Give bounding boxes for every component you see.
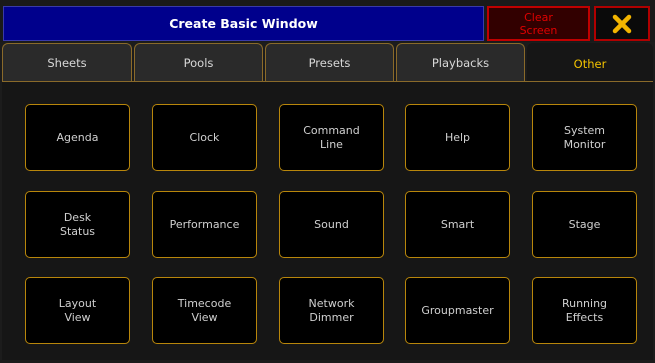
sound-button[interactable]: Sound (279, 191, 384, 258)
desk-status-button[interactable]: Desk Status (25, 191, 130, 258)
tab-bar: Sheets Pools Presets Playbacks Other (0, 43, 655, 83)
tab-sheets[interactable]: Sheets (2, 43, 132, 81)
command-line-button[interactable]: Command Line (279, 104, 384, 171)
tab-presets[interactable]: Presets (265, 43, 394, 81)
help-button[interactable]: Help (405, 104, 510, 171)
stage-button[interactable]: Stage (532, 191, 637, 258)
groupmaster-button[interactable]: Groupmaster (405, 277, 510, 344)
system-monitor-button[interactable]: System Monitor (532, 104, 637, 171)
network-dimmer-button[interactable]: Network Dimmer (279, 277, 384, 344)
title-bar: Create Basic Window Clear Screen (0, 0, 655, 42)
window-type-grid: Agenda Clock Command Line Help System Mo… (2, 81, 653, 360)
timecode-view-button[interactable]: Timecode View (152, 277, 257, 344)
agenda-button[interactable]: Agenda (25, 104, 130, 171)
tab-playbacks[interactable]: Playbacks (396, 43, 525, 81)
performance-button[interactable]: Performance (152, 191, 257, 258)
window-title: Create Basic Window (3, 6, 484, 41)
layout-view-button[interactable]: Layout View (25, 277, 130, 344)
clear-screen-button[interactable]: Clear Screen (487, 6, 590, 41)
clear-label-line1: Clear (524, 10, 553, 24)
close-button[interactable] (594, 6, 650, 41)
tab-pools[interactable]: Pools (134, 43, 263, 81)
clear-label-line2: Screen (519, 23, 558, 37)
running-effects-button[interactable]: Running Effects (532, 277, 637, 344)
tab-other[interactable]: Other (527, 43, 653, 83)
clock-button[interactable]: Clock (152, 104, 257, 171)
smart-button[interactable]: Smart (405, 191, 510, 258)
create-basic-window: Create Basic Window Clear Screen Sheets … (0, 0, 655, 363)
close-x-icon (612, 14, 632, 33)
